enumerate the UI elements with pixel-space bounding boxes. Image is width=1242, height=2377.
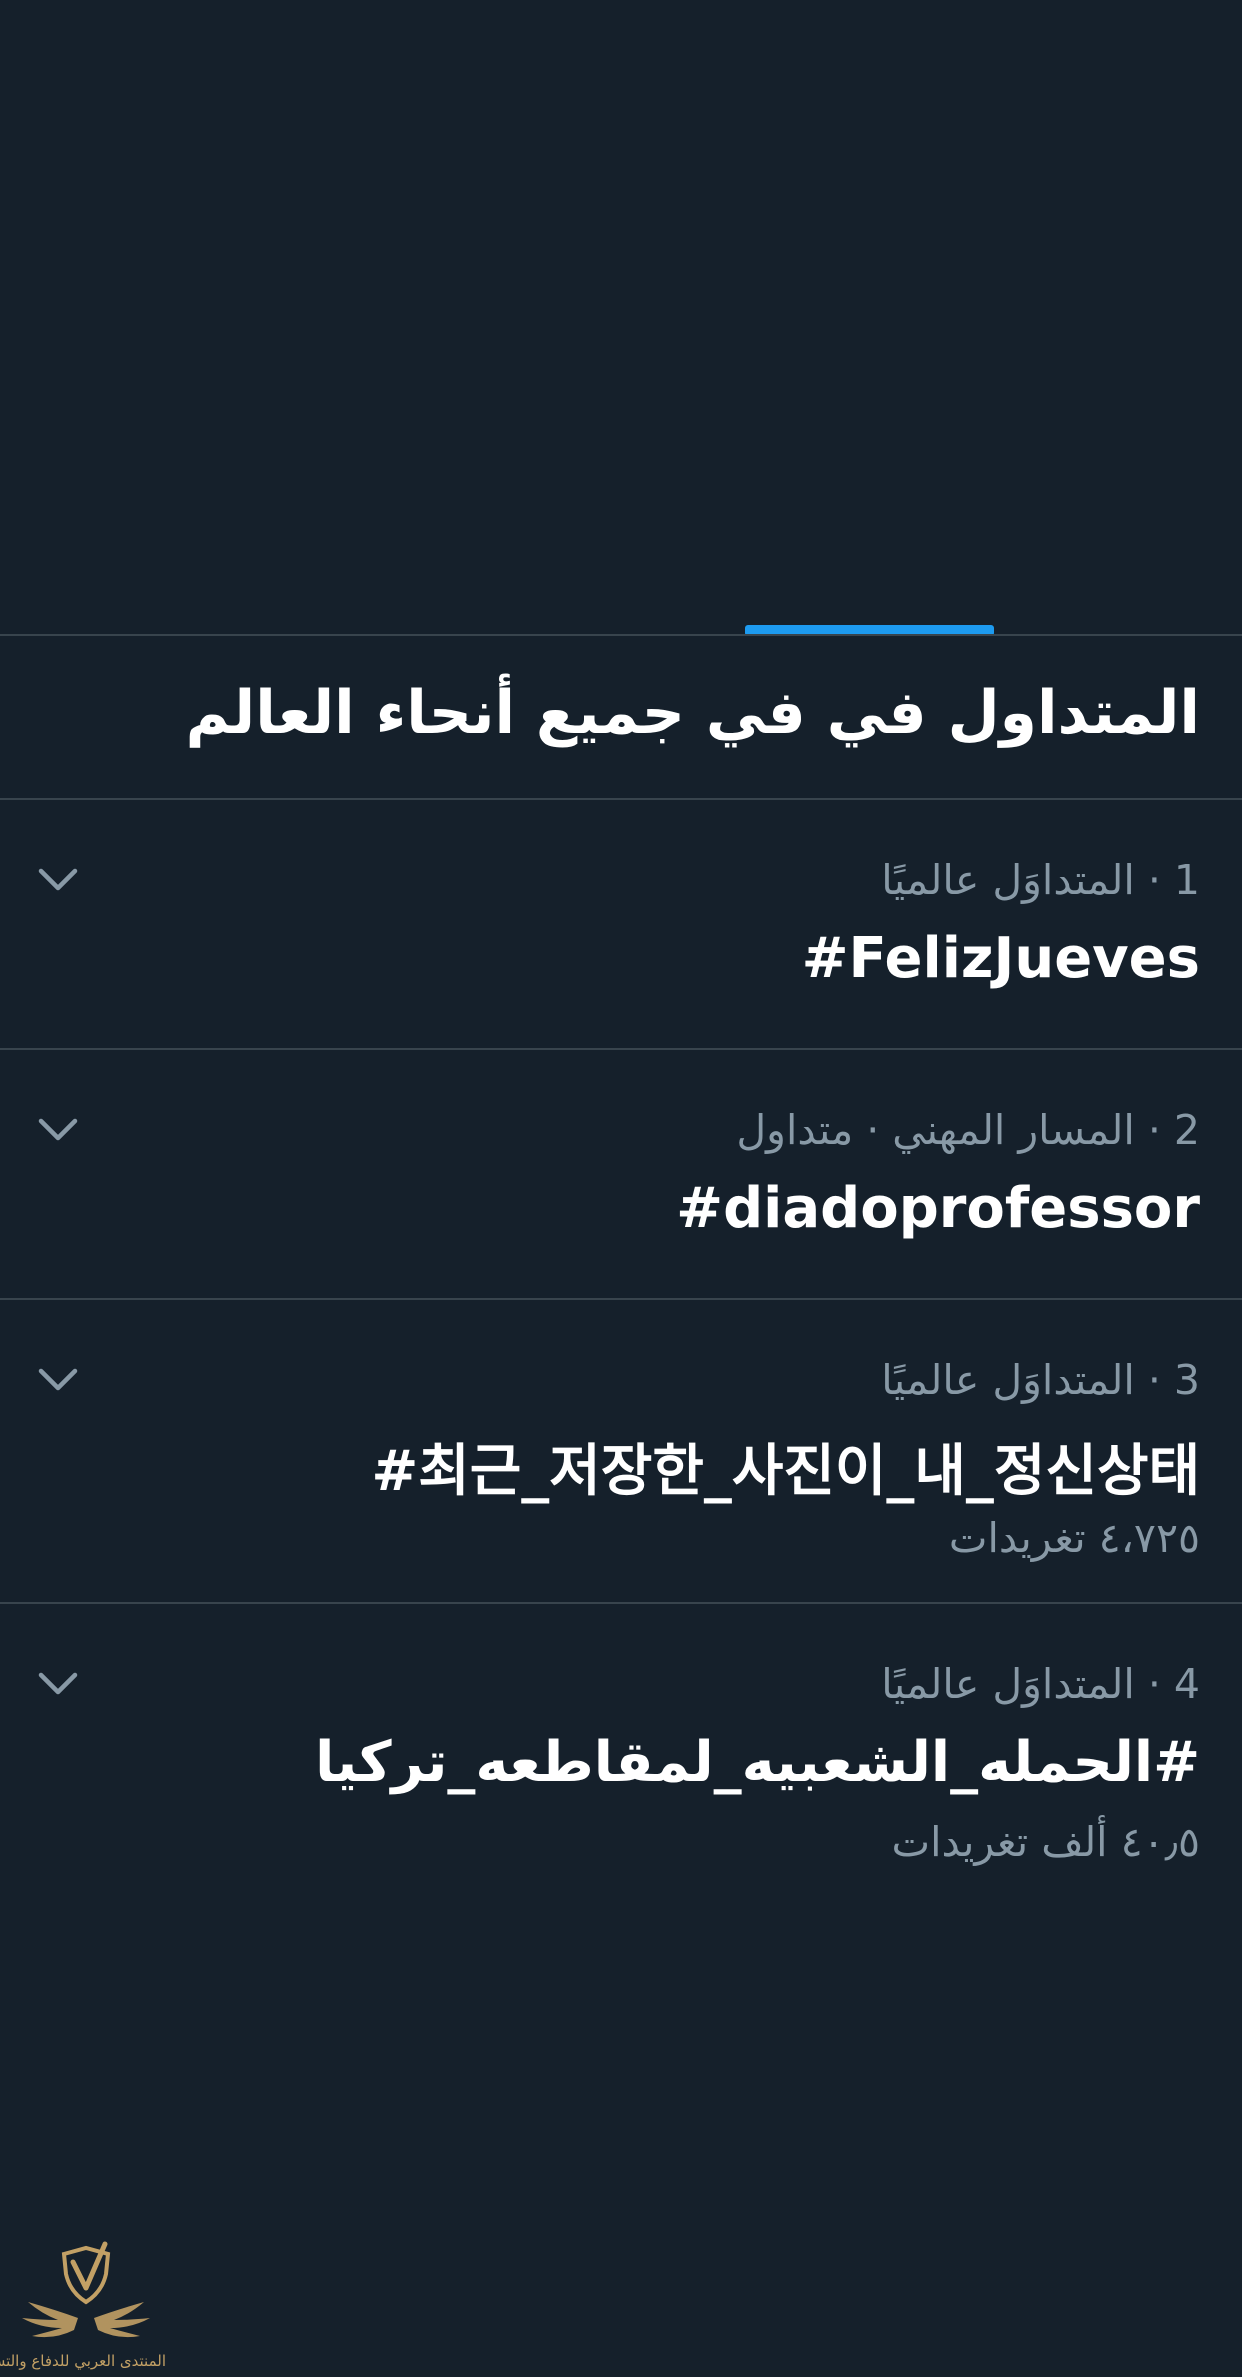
section-title: المتداول في في جميع أنحاء العالم — [185, 678, 1200, 748]
trend-meta: 1 · المتداوَل عالميًا — [881, 856, 1200, 904]
trend-tweet-count: ٤،٧٢٥ تغريدات — [948, 1514, 1200, 1562]
trend-meta: 4 · المتداوَل عالميًا — [881, 1660, 1200, 1708]
chevron-down-icon[interactable] — [38, 1368, 78, 1392]
trend-meta: 2 · المسار المهني · متداول — [736, 1106, 1200, 1154]
trend-name: #FelizJueves — [801, 926, 1200, 991]
chevron-down-icon[interactable] — [38, 868, 78, 892]
trend-item-4[interactable]: 4 · المتداوَل عالميًا #الحمله_الشعبيه_لم… — [0, 1604, 1242, 1904]
section-header: المتداول في في جميع أنحاء العالم — [0, 636, 1242, 800]
chevron-down-icon[interactable] — [38, 1672, 78, 1696]
chevron-down-icon[interactable] — [38, 1118, 78, 1142]
trend-meta: 3 · المتداوَل عالميًا — [881, 1356, 1200, 1404]
trend-item-1[interactable]: 1 · المتداوَل عالميًا #FelizJueves — [0, 800, 1242, 1050]
trend-name: #الحمله_الشعبيه_لمقاطعه_تركيا — [315, 1730, 1200, 1795]
watermark-logo: المنتدى العربي للدفاع والتسليح — [0, 2240, 166, 2377]
trend-item-3[interactable]: 3 · المتداوَل عالميًا #최근_저장한_사진이_내_정신상태… — [0, 1300, 1242, 1604]
shield-wings-logo — [22, 2241, 150, 2338]
trend-name: #최근_저장한_사진이_내_정신상태 — [371, 1439, 1200, 1504]
top-blank-area — [0, 0, 1242, 634]
trend-tweet-count: ٤٠٫٥ ألف تغريدات — [891, 1818, 1200, 1866]
watermark-text: المنتدى العربي للدفاع والتسليح — [0, 2352, 166, 2370]
trend-list: 1 · المتداوَل عالميًا #FelizJueves 2 · ا… — [0, 800, 1242, 1904]
trend-item-2[interactable]: 2 · المسار المهني · متداول #diadoprofess… — [0, 1050, 1242, 1300]
trend-name: #diadoprofessor — [676, 1176, 1200, 1241]
